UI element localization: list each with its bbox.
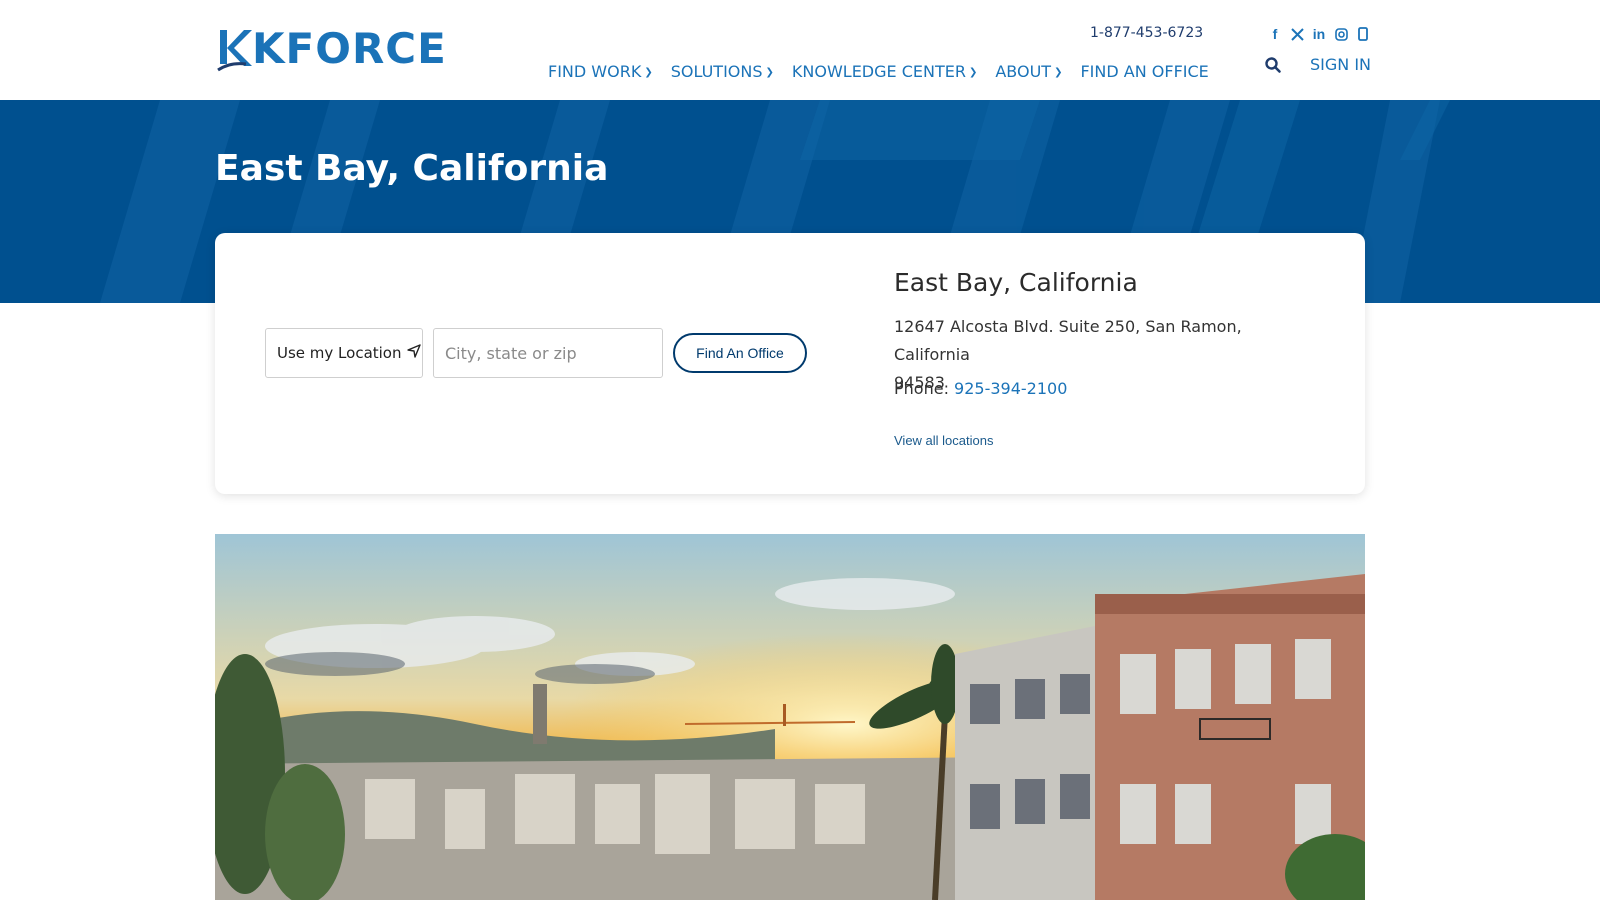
nav-label: SOLUTIONS (670, 62, 763, 81)
address-line-1: 12647 Alcosta Blvd. Suite 250, San Ramon… (894, 317, 1242, 364)
find-an-office-button[interactable]: Find An Office (673, 333, 807, 373)
use-location-label: Use my Location (277, 344, 402, 362)
facebook-icon[interactable]: f (1268, 26, 1282, 42)
instagram-icon[interactable] (1334, 26, 1348, 42)
linkedin-icon[interactable]: in (1312, 26, 1326, 42)
chevron-down-icon: ❯ (765, 67, 774, 78)
nav-solutions[interactable]: SOLUTIONS ❯ (671, 62, 774, 81)
mobile-icon[interactable] (1356, 26, 1370, 42)
nav-about[interactable]: ABOUT ❯ (995, 62, 1062, 81)
logo-mark-icon (217, 30, 252, 72)
kforce-logo[interactable]: KFORCE (216, 26, 447, 72)
location-arrow-icon (406, 344, 421, 362)
logo-text: KFORCE (252, 24, 447, 73)
nav-find-work[interactable]: FIND WORK ❯ (548, 62, 653, 81)
office-name: East Bay, California (894, 268, 1138, 297)
main-nav: FIND WORK ❯ SOLUTIONS ❯ KNOWLEDGE CENTER… (548, 62, 1227, 81)
site-header: KFORCE 1-877-453-6723 f in FIND WORK ❯ S… (0, 0, 1600, 100)
phone-label: Phone: (894, 379, 949, 398)
office-card: Use my Location Find An Office East Bay,… (215, 233, 1365, 494)
chevron-down-icon: ❯ (968, 67, 978, 78)
sign-in-link[interactable]: SIGN IN (1310, 55, 1371, 74)
phone-link[interactable]: 925-394-2100 (954, 379, 1067, 398)
chevron-down-icon: ❯ (644, 67, 653, 78)
office-phone: Phone: 925-394-2100 (894, 379, 1067, 398)
use-my-location-button[interactable]: Use my Location (265, 328, 423, 378)
page-title: East Bay, California (215, 148, 609, 189)
nav-label: FIND AN OFFICE (1080, 62, 1209, 81)
view-all-locations-link[interactable]: View all locations (894, 433, 993, 448)
city-photo (215, 534, 1365, 900)
search-icon[interactable] (1264, 56, 1284, 76)
nav-label: KNOWLEDGE CENTER (791, 62, 966, 81)
city-state-zip-input[interactable] (433, 328, 663, 378)
nav-find-an-office[interactable]: FIND AN OFFICE (1080, 62, 1208, 81)
x-twitter-icon[interactable] (1290, 26, 1304, 42)
nav-label: ABOUT (995, 62, 1052, 81)
header-phone[interactable]: 1-877-453-6723 (1090, 25, 1203, 41)
nav-knowledge-center[interactable]: KNOWLEDGE CENTER ❯ (792, 62, 977, 81)
nav-label: FIND WORK (548, 62, 642, 81)
chevron-down-icon: ❯ (1054, 67, 1063, 78)
social-links: f in (1268, 26, 1370, 42)
